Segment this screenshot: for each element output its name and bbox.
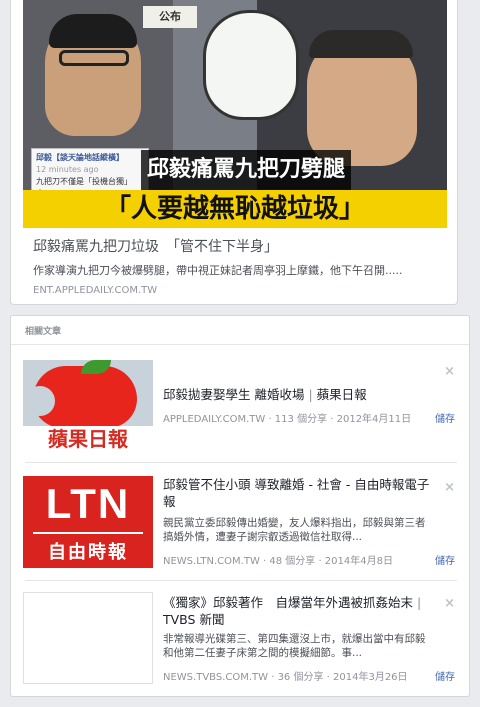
hero-sign-text: 公布 [143, 6, 197, 28]
ltn-logo-text: LTN [45, 480, 131, 527]
related-articles-card: 相關文章 蘋果日報 邱毅拋妻娶學生 離婚收場 | 蘋果日報 APPLEDAILY… [10, 315, 470, 697]
close-icon[interactable]: × [444, 364, 455, 379]
bear-sticker [203, 10, 299, 120]
apple-daily-logo-text: 蘋果日報 [23, 426, 153, 452]
link-description: 作家導演九把刀今被爆劈腿，帶中視正妹記者周亭羽上摩鐵，他下午召開..... [33, 264, 403, 277]
title-separator: | [304, 387, 317, 402]
related-article-source[interactable]: TVBS 新聞 [163, 612, 224, 627]
close-icon[interactable]: × [444, 480, 455, 495]
feed-page: 公布 邱毅【談天論地話縱橫】 12 minutes ago 九把刀不僅是「投機台… [0, 0, 480, 707]
title-separator: | [413, 595, 422, 610]
apple-bite-shape [25, 386, 55, 416]
hero-person-left-glasses [59, 50, 129, 66]
related-article-meta: NEWS.TVBS.COM.TW · 36 個分享 · 2014年3月26日 [163, 672, 408, 683]
related-article-item[interactable]: 《獨家》邱毅著作 自爆當年外遇被抓姦始末 | TVBS 新聞 非常報導光碟第三、… [11, 592, 469, 702]
item-divider [25, 580, 457, 581]
shared-link-card[interactable]: 公布 邱毅【談天論地話縱橫】 12 minutes ago 九把刀不僅是「投機台… [10, 0, 458, 305]
link-preview-image[interactable]: 公布 邱毅【談天論地話縱橫】 12 minutes ago 九把刀不僅是「投機台… [23, 0, 447, 228]
save-button[interactable]: 儲存 [435, 410, 455, 425]
link-domain: ENT.APPLEDAILY.COM.TW [33, 285, 158, 296]
hero-post-time: 12 minutes ago [36, 165, 99, 174]
item-divider [25, 462, 457, 463]
apple-logo-icon [25, 366, 137, 428]
related-article-title[interactable]: 《獨家》邱毅著作 自爆當年外遇被抓姦始末 | TVBS 新聞 [163, 594, 435, 628]
link-title[interactable]: 邱毅痛罵九把刀垃圾 「管不住下半身」 [33, 236, 453, 256]
related-article-title[interactable]: 邱毅拋妻娶學生 離婚收場 | 蘋果日報 [163, 386, 435, 403]
related-article-item[interactable]: LTN 自由時報 邱毅管不住小頭 導致離婚 - 社會 - 自由時報電子報 親民黨… [11, 476, 469, 586]
related-article-thumbnail[interactable] [23, 592, 153, 684]
related-article-description: 親民黨立委邱毅傳出婚變，友人爆料指出，邱毅與第三者搞婚外情，遭妻子謝宗叡透過徵信… [163, 517, 426, 543]
hero-person-left-hair [49, 14, 137, 48]
close-icon[interactable]: × [444, 596, 455, 611]
hero-headline-bottom: 「人要越無恥越垃圾」 [23, 190, 447, 228]
hero-post-title: 邱毅【談天論地話縱橫】 [36, 153, 124, 162]
related-article-source[interactable]: 蘋果日報 [317, 387, 367, 402]
save-button[interactable]: 儲存 [435, 668, 455, 683]
save-button[interactable]: 儲存 [435, 552, 455, 567]
related-article-meta: APPLEDAILY.COM.TW · 113 個分享 · 2012年4月11日 [163, 414, 412, 425]
ltn-logo-divider [33, 532, 143, 534]
related-header-divider [11, 344, 469, 345]
related-article-item[interactable]: 蘋果日報 邱毅拋妻娶學生 離婚收場 | 蘋果日報 APPLEDAILY.COM.… [11, 360, 469, 470]
related-article-meta: NEWS.LTN.COM.TW · 48 個分享 · 2014年4月8日 [163, 556, 393, 567]
hero-post-line: 九把刀不僅是「投機台獨」 [36, 177, 132, 186]
hero-headline-top: 邱毅痛罵九把刀劈腿 [141, 150, 352, 190]
related-article-thumbnail[interactable]: LTN 自由時報 [23, 476, 153, 568]
hero-person-right-hair [309, 30, 413, 58]
related-article-description: 非常報導光碟第三、第四集還沒上市，就爆出當中有邱毅和他第二任妻子床第之間的模擬細… [163, 633, 426, 659]
related-articles-header: 相關文章 [25, 327, 62, 337]
related-article-title[interactable]: 邱毅管不住小頭 導致離婚 - 社會 - 自由時報電子報 [163, 476, 435, 510]
related-article-title-text[interactable]: 《獨家》邱毅著作 自爆當年外遇被抓姦始末 [163, 595, 413, 610]
related-article-thumbnail[interactable]: 蘋果日報 [23, 360, 153, 452]
ltn-logo-subtext: 自由時報 [48, 542, 128, 563]
related-article-title-text[interactable]: 邱毅拋妻娶學生 離婚收場 [163, 387, 304, 402]
